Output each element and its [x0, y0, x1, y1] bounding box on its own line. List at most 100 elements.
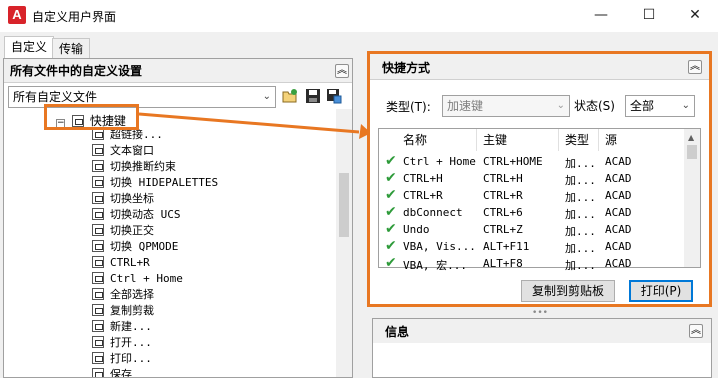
column-header-type[interactable]: 类型 — [561, 129, 599, 151]
checkmark-icon: ✔ — [385, 255, 397, 271]
column-header-key[interactable]: 主键 — [479, 129, 559, 151]
collapse-chevron-icon[interactable]: ︽ — [689, 324, 703, 338]
tree-item[interactable]: 文本窗口 — [92, 143, 154, 158]
cell-source: ACAD — [605, 155, 632, 168]
keyboard-shortcut-icon — [92, 272, 104, 284]
autocad-logo-icon: A — [8, 6, 26, 24]
cell-name: dbConnect — [403, 206, 463, 219]
table-row[interactable]: ✔ Undo CTRL+Z 加... ACAD — [379, 221, 683, 238]
highlight-box — [44, 104, 139, 130]
tree-item[interactable]: 打开... — [92, 335, 152, 350]
print-button[interactable]: 打印(P) — [629, 280, 693, 302]
status-dropdown[interactable]: 全部 ⌄ — [625, 95, 695, 117]
tree-item[interactable]: 切换坐标 — [92, 191, 154, 206]
tab-transfer[interactable]: 传输 — [52, 38, 91, 58]
tree-scrollbar[interactable] — [336, 109, 352, 377]
cell-source: ACAD — [605, 240, 632, 253]
cell-key: CTRL+Z — [483, 223, 523, 236]
save-as-icon[interactable] — [326, 88, 342, 104]
close-button[interactable]: ✕ — [672, 0, 718, 32]
cell-source: ACAD — [605, 206, 632, 219]
tree-item[interactable]: 打印... — [92, 351, 152, 366]
minimize-button[interactable]: — — [578, 0, 624, 32]
checkmark-icon: ✔ — [385, 238, 397, 254]
tree-item[interactable]: 保存 — [92, 367, 132, 377]
shortcuts-header: 快捷方式 ︽ — [370, 54, 709, 80]
tree-item[interactable]: 新建... — [92, 319, 152, 334]
tree-item[interactable]: 复制剪裁 — [92, 303, 154, 318]
checkmark-icon: ✔ — [385, 204, 397, 220]
chevron-down-icon: ⌄ — [262, 91, 271, 102]
scroll-up-icon[interactable]: ▲ — [688, 133, 694, 142]
table-row[interactable]: ✔ Ctrl + Home CTRL+HOME 加... ACAD — [379, 153, 683, 170]
shortcuts-header-label: 快捷方式 — [382, 61, 431, 75]
collapse-chevron-icon[interactable]: ︽ — [335, 64, 349, 78]
keyboard-shortcut-icon — [92, 368, 104, 377]
panel-splitter-grip[interactable]: ••• — [531, 309, 549, 318]
cell-type: 加... — [565, 225, 596, 238]
tree-item-label: 切换正交 — [110, 224, 154, 237]
table-row[interactable]: ✔ dbConnect CTRL+6 加... ACAD — [379, 204, 683, 221]
tree-item[interactable]: Ctrl + Home — [92, 271, 183, 286]
keyboard-shortcut-icon — [92, 288, 104, 300]
cell-name: VBA, 宏... — [403, 259, 467, 272]
list-scroll-thumb[interactable] — [687, 145, 697, 159]
info-header: 信息 ︽ — [373, 319, 711, 343]
chevron-down-icon: ⌄ — [556, 100, 565, 111]
tree-item-label: 文本窗口 — [110, 144, 154, 157]
pointer-arrow — [139, 112, 371, 139]
type-label: 类型(T): — [386, 100, 431, 114]
table-row[interactable]: ✔ VBA, 宏... ALT+F8 加... ACAD — [379, 255, 683, 272]
keyboard-shortcut-icon — [92, 304, 104, 316]
open-file-icon[interactable] — [282, 88, 298, 104]
cell-key: CTRL+HOME — [483, 155, 543, 168]
tree-item[interactable]: 切换推断约束 — [92, 159, 176, 174]
tree-item[interactable]: CTRL+R — [92, 255, 150, 270]
status-value: 全部 — [630, 99, 655, 113]
table-row[interactable]: ✔ CTRL+H CTRL+H 加... ACAD — [379, 170, 683, 187]
tree-item[interactable]: 切换 QPMODE — [92, 239, 178, 254]
tab-customize[interactable]: 自定义 — [4, 36, 55, 58]
column-header-source[interactable]: 源 — [601, 129, 683, 151]
customizations-header: 所有文件中的自定义设置 — [4, 59, 352, 83]
cell-key: ALT+F11 — [483, 240, 530, 253]
status-label: 状态(S) — [574, 99, 615, 113]
copy-to-clipboard-button[interactable]: 复制到剪贴板 — [521, 280, 615, 302]
tree-scroll-thumb[interactable] — [339, 173, 349, 237]
cell-source: ACAD — [605, 189, 632, 202]
tree-item[interactable]: 切换 HIDEPALETTES — [92, 175, 218, 190]
tree-item-label: 新建... — [110, 320, 152, 333]
tree-item-label: 复制剪裁 — [110, 304, 154, 317]
tree-item-label: 切换 QPMODE — [110, 240, 179, 253]
keyboard-shortcut-icon — [92, 144, 104, 156]
cell-type: 加... — [565, 157, 596, 170]
keyboard-shortcut-icon — [92, 336, 104, 348]
save-icon[interactable] — [305, 88, 321, 104]
keyboard-shortcut-icon — [92, 192, 104, 204]
tree-item[interactable]: 切换动态 UCS — [92, 207, 181, 222]
tree-item-label: 保存 — [110, 368, 132, 377]
maximize-button[interactable]: ☐ — [626, 0, 672, 32]
table-row[interactable]: ✔ VBA, Vis... ALT+F11 加... ACAD — [379, 238, 683, 255]
cell-type: 加... — [565, 259, 596, 272]
list-scrollbar[interactable]: ▲ — [684, 129, 700, 267]
tree-item-label: 切换动态 UCS — [110, 208, 181, 221]
tree-item-label: 切换坐标 — [110, 192, 154, 205]
tree-item[interactable]: 全部选择 — [92, 287, 154, 302]
cell-key: CTRL+R — [483, 189, 523, 202]
cell-type: 加... — [565, 174, 596, 187]
cell-type: 加... — [565, 242, 596, 255]
keyboard-shortcut-icon — [92, 160, 104, 172]
window-title: 自定义用户界面 — [32, 10, 117, 24]
info-header-label: 信息 — [385, 325, 410, 339]
table-row[interactable]: ✔ CTRL+R CTRL+R 加... ACAD — [379, 187, 683, 204]
chevron-down-icon: ⌄ — [681, 100, 690, 111]
keyboard-shortcut-icon — [92, 352, 104, 364]
cell-name: CTRL+H — [403, 172, 443, 185]
column-header-name[interactable]: 名称 — [399, 129, 477, 151]
collapse-chevron-icon[interactable]: ︽ — [688, 60, 702, 74]
type-dropdown[interactable]: 加速键 ⌄ — [442, 95, 570, 117]
cell-type: 加... — [565, 208, 596, 221]
tree-item[interactable]: 切换正交 — [92, 223, 154, 238]
shortcuts-list[interactable]: 名称 主键 类型 源 ✔ Ctrl + Home CTRL+HOME 加... ACAD… — [378, 128, 701, 272]
